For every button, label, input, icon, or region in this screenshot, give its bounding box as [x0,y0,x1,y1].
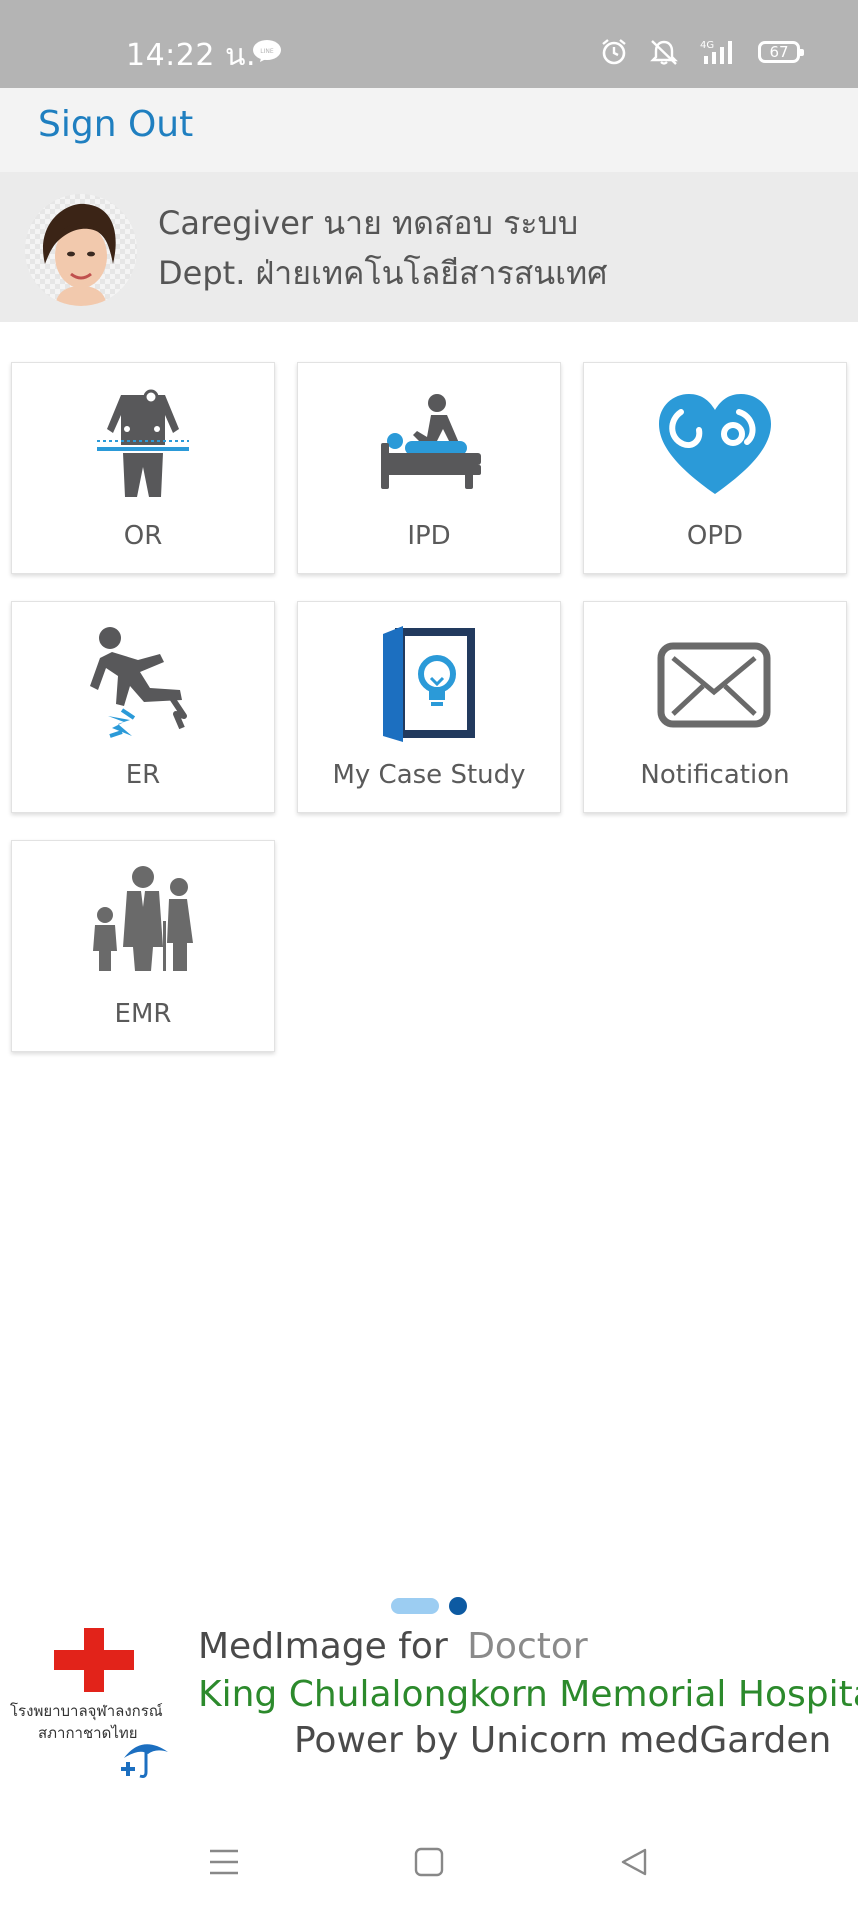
back-triangle-icon [621,1848,647,1876]
menu-label-er: ER [125,760,161,790]
battery-icon: 67 [758,41,804,63]
hospital-name: King Chulalongkorn Memorial Hospital [198,1674,858,1715]
envelope-icon [584,624,846,744]
status-time: 14:22 น. [126,38,257,73]
status-icons: 4G 67 [600,38,804,66]
page-indicator [391,1597,467,1615]
menu-tile-er[interactable]: ER [11,601,275,813]
recent-apps-button[interactable] [200,1838,248,1886]
caregiver-name: Caregiver นาย ทดสอบ ระบบ [158,204,579,242]
menu-tile-emr[interactable]: EMR [11,840,275,1052]
menu-label-my-case-study: My Case Study [332,760,526,790]
page-dot-active[interactable] [449,1597,467,1615]
app-title-role: Doctor [467,1626,588,1667]
case-study-book-icon [298,624,560,744]
mute-bell-icon [650,40,678,65]
menu-label-ipd: IPD [407,521,451,551]
svg-text:4G: 4G [700,40,714,51]
powered-by: Power by Unicorn medGarden [294,1720,832,1761]
square-icon [414,1847,444,1877]
emergency-fall-icon [12,624,274,744]
heart-stethoscope-icon [584,385,846,505]
app-title-prefix: MedImage for [198,1626,448,1667]
menu-lines-icon [210,1849,238,1875]
menu-tile-my-case-study[interactable]: My Case Study [297,601,561,813]
avatar[interactable] [25,194,137,306]
menu-label-notification: Notification [640,760,790,790]
menu-tile-notification[interactable]: Notification [583,601,847,813]
sign-out-button[interactable]: Sign Out [38,104,193,145]
menu-label-opd: OPD [686,521,744,551]
menu-tile-opd[interactable]: OPD [583,362,847,574]
department-name: Dept. ฝ่ายเทคโนโลยีสารสนเทศ [158,254,608,292]
logo-text-redcross: สภากาชาดไทย [38,1724,138,1742]
battery-level: 67 [769,43,789,61]
signal-4g-icon: 4G [700,40,732,64]
surgery-icon [12,385,274,505]
status-bar: 14:22 น. LINE 4G 67 [0,0,858,88]
inpatient-bed-icon [298,385,560,505]
avatar-image [25,194,137,306]
red-cross-logo-icon: โรงพยาบาลจุฬาลงกรณ์ สภากาชาดไทย [10,1628,168,1778]
system-nav-bar [0,1820,858,1907]
app-title: MedImage for Doctor [198,1626,588,1667]
line-app-icon: LINE [253,40,281,62]
menu-tile-or[interactable]: OR [11,362,275,574]
svg-text:LINE: LINE [260,48,274,55]
back-button[interactable] [610,1838,658,1886]
menu-tile-ipd[interactable]: IPD [297,362,561,574]
alarm-icon [602,39,626,65]
menu-label-emr: EMR [114,999,172,1029]
page-dot-inactive[interactable] [391,1598,439,1614]
logo-text-hospital: โรงพยาบาลจุฬาลงกรณ์ [10,1702,163,1721]
home-button[interactable] [405,1838,453,1886]
hospital-logo: โรงพยาบาลจุฬาลงกรณ์ สภากาชาดไทย [8,1624,176,1784]
menu-label-or: OR [123,521,163,551]
family-icon [12,863,274,983]
